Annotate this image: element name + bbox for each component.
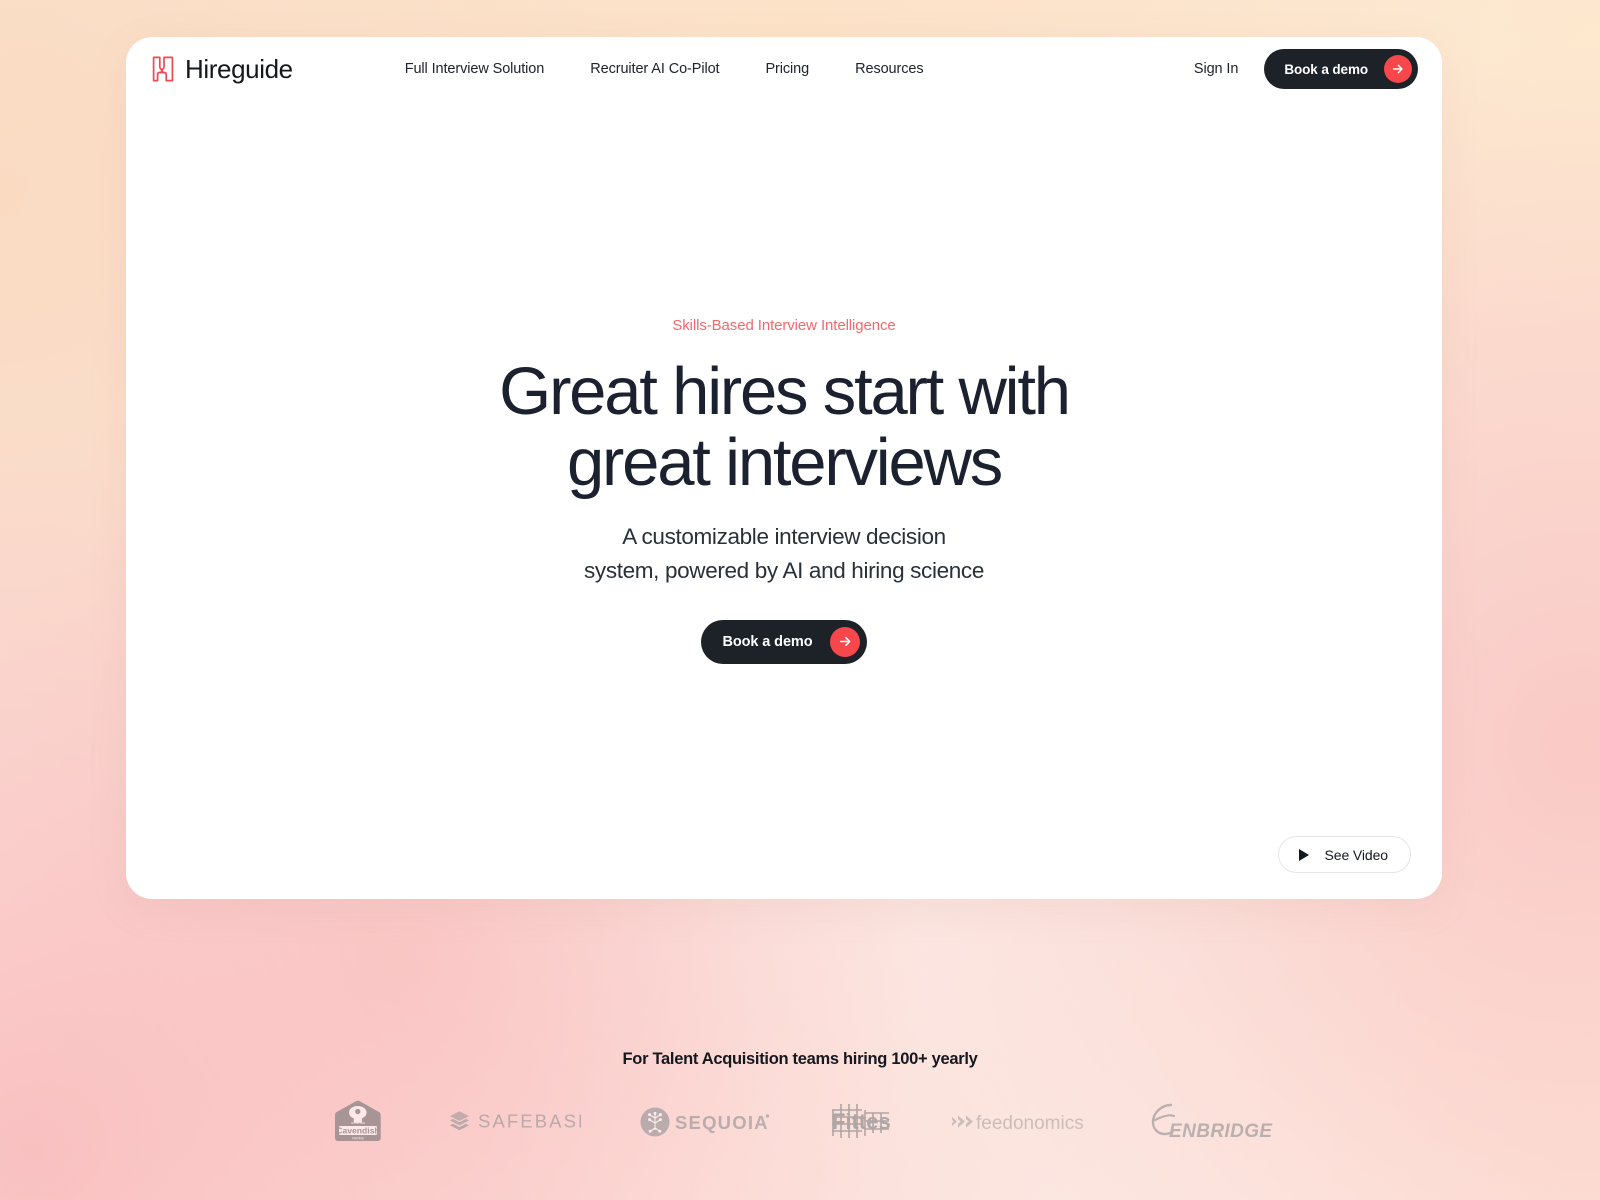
navbar-book-a-demo-label: Book a demo — [1284, 61, 1368, 77]
hero-subheadline-line-1: A customizable interview decision — [622, 524, 946, 550]
fittes-logo-icon: Fittes — [829, 1101, 891, 1143]
navbar-book-a-demo-button[interactable]: Book a demo — [1264, 49, 1418, 89]
play-icon — [1298, 848, 1309, 861]
hero-eyebrow: Skills-Based Interview Intelligence — [672, 317, 896, 334]
hero-subheadline: A customizable interview decision system… — [126, 520, 1442, 588]
hero-book-a-demo-label: Book a demo — [722, 633, 813, 650]
social-proof-section: For Talent Acquisition teams hiring 100+… — [0, 1050, 1600, 1145]
sign-in-link[interactable]: Sign In — [1194, 61, 1239, 77]
hero-headline-line-1: Great hires start with — [499, 354, 1071, 429]
svg-text:feedonomics: feedonomics — [976, 1113, 1084, 1134]
hero-subheadline-line-2: system, powered by AI and hiring science — [584, 557, 984, 583]
navbar-actions: Sign In Book a demo — [1194, 49, 1418, 89]
svg-text:Fittes: Fittes — [832, 1109, 891, 1134]
feedonomics-logo-icon: feedonomics — [949, 1108, 1089, 1136]
hireguide-h-mark-icon — [152, 56, 174, 82]
see-video-label: See Video — [1324, 846, 1389, 863]
arrow-right-icon — [1384, 55, 1412, 83]
hero-book-a-demo-button[interactable]: Book a demo — [700, 619, 868, 664]
cavendish-logo-icon: Cavendish FARMS SINCE 1980 — [327, 1099, 389, 1145]
svg-text:SEQUOIA: SEQUOIA — [675, 1112, 769, 1133]
brand-name: Hireguide — [185, 54, 293, 84]
brand-logo[interactable]: Hireguide — [152, 56, 293, 82]
nav-item-pricing[interactable]: Pricing — [765, 61, 809, 77]
svg-text:ENBRIDGE: ENBRIDGE — [1169, 1121, 1273, 1142]
social-proof-title: For Talent Acquisition teams hiring 100+… — [622, 1050, 978, 1068]
svg-text:Cavendish: Cavendish — [336, 1125, 379, 1135]
nav-item-resources[interactable]: Resources — [855, 61, 924, 77]
hero-headline: Great hires start with great interviews — [126, 356, 1442, 498]
svg-text:SINCE 1980: SINCE 1980 — [351, 1121, 366, 1125]
hero-headline-line-2: great interviews — [567, 425, 1003, 501]
hero-section: Skills-Based Interview Intelligence Grea… — [126, 317, 1442, 664]
sequoia-logo-icon: SEQUOIA — [639, 1105, 771, 1139]
see-video-button[interactable]: See Video — [1277, 836, 1411, 873]
nav-links: Full Interview Solution Recruiter AI Co-… — [405, 61, 924, 77]
svg-text:FARMS: FARMS — [352, 1137, 364, 1141]
safebase-logo-icon: SAFEBASE — [447, 1107, 581, 1137]
nav-item-full-interview-solution[interactable]: Full Interview Solution — [405, 61, 545, 77]
navbar: Hireguide Full Interview Solution Recrui… — [126, 37, 1442, 101]
svg-text:SAFEBASE: SAFEBASE — [478, 1111, 581, 1132]
customer-logo-row: Cavendish FARMS SINCE 1980 SAFEBASE — [0, 1099, 1600, 1145]
enbridge-logo-icon: ENBRIDGE — [1147, 1101, 1273, 1143]
hero-card: Hireguide Full Interview Solution Recrui… — [126, 37, 1442, 899]
arrow-right-icon — [830, 626, 861, 657]
nav-item-recruiter-ai-co-pilot[interactable]: Recruiter AI Co-Pilot — [590, 61, 719, 77]
